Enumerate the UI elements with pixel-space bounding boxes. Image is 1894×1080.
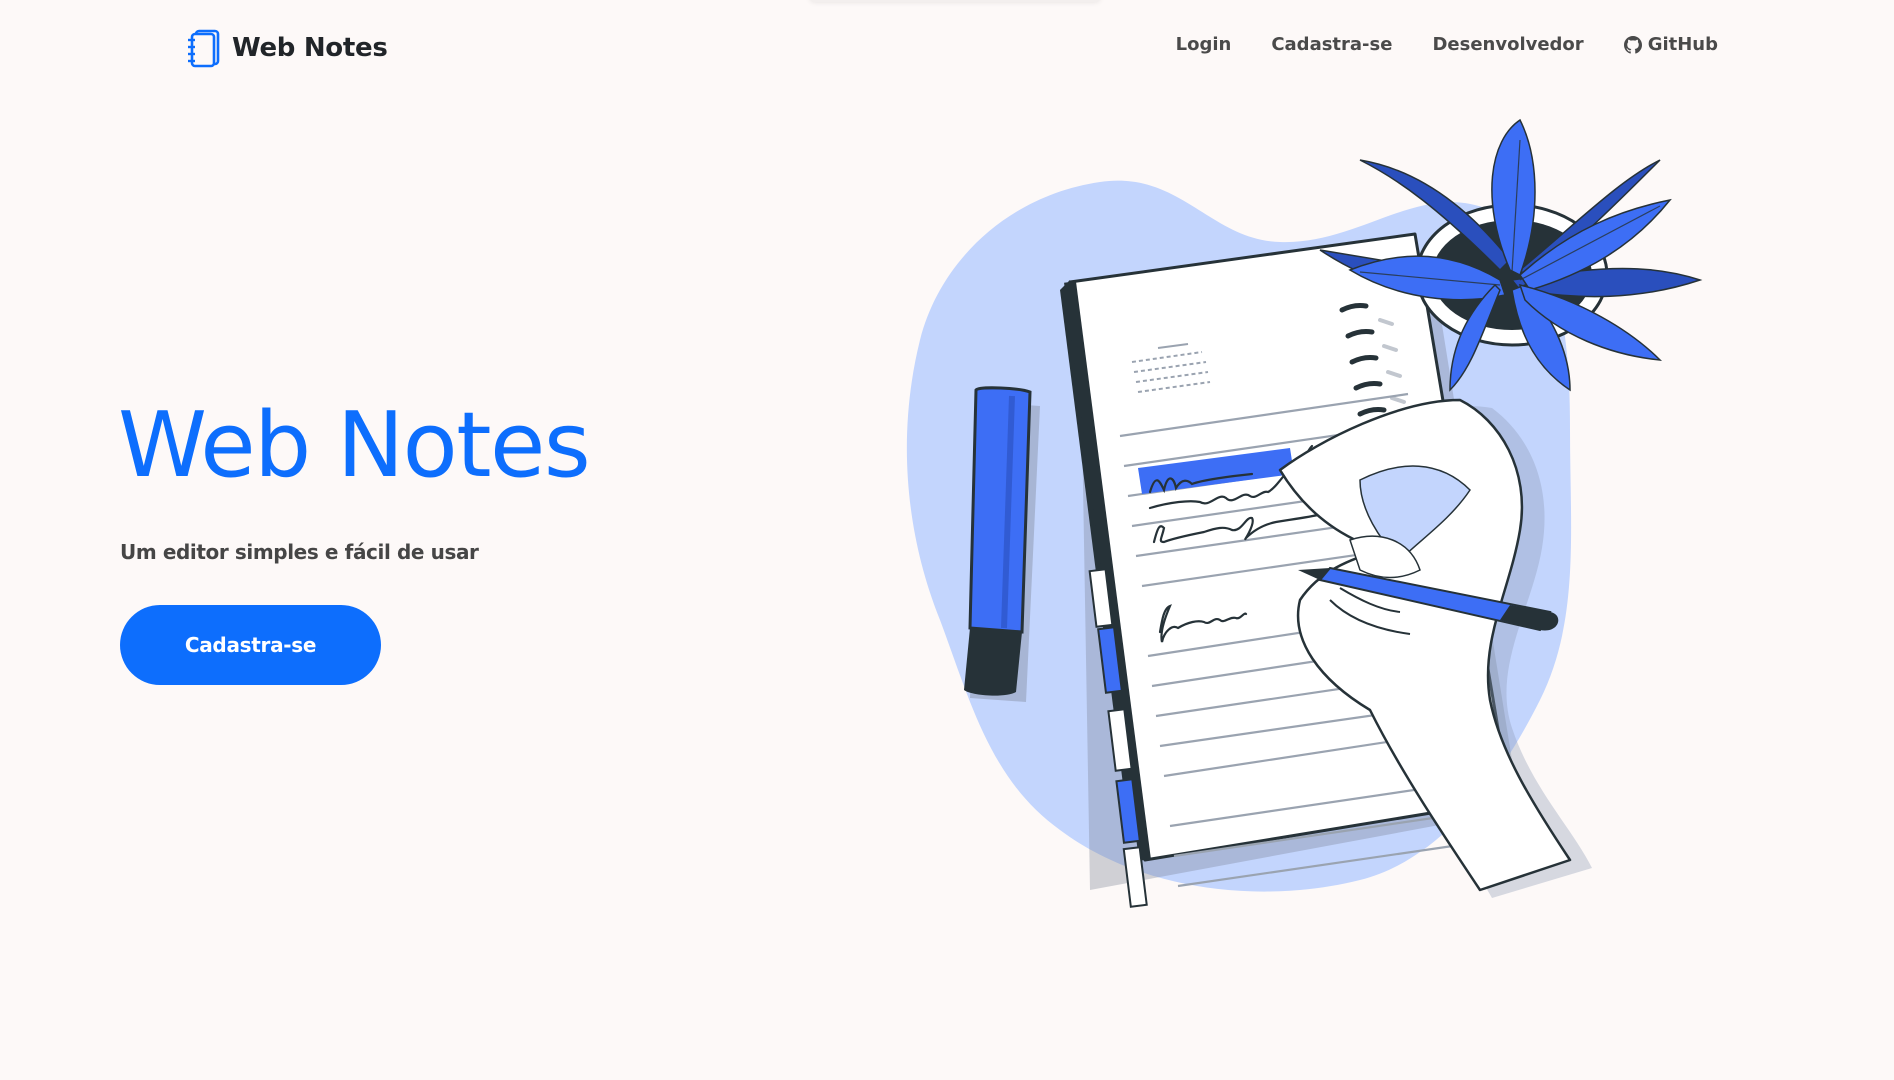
notebook-illustration (880, 100, 1800, 1000)
nav-signup-label: Cadastra-se (1271, 34, 1393, 55)
nav-developer-link[interactable]: Desenvolvedor (1432, 34, 1583, 55)
brand-link[interactable]: Web Notes (186, 28, 388, 68)
hero-subtitle: Um editor simples e fácil de usar (120, 540, 479, 564)
nav-login-label: Login (1175, 34, 1232, 55)
landing-page: Web Notes Login Cadastra-se Desenvolvedo… (0, 0, 1894, 1080)
nav-login-link[interactable]: Login (1176, 34, 1232, 55)
main-nav: Login Cadastra-se Desenvolvedor GitHub (1176, 34, 1718, 55)
nav-github-label: GitHub (1647, 34, 1718, 55)
nav-developer-label: Desenvolvedor (1432, 34, 1584, 55)
navbar: Web Notes Login Cadastra-se Desenvolvedo… (0, 0, 1894, 96)
hero-title: Web Notes (118, 393, 591, 498)
signup-button[interactable]: Cadastra-se (120, 605, 381, 685)
notebook-icon (186, 28, 222, 68)
nav-github-link[interactable]: GitHub (1623, 34, 1718, 55)
brand-name: Web Notes (232, 33, 388, 63)
nav-signup-link[interactable]: Cadastra-se (1271, 34, 1392, 55)
github-icon (1623, 35, 1642, 54)
